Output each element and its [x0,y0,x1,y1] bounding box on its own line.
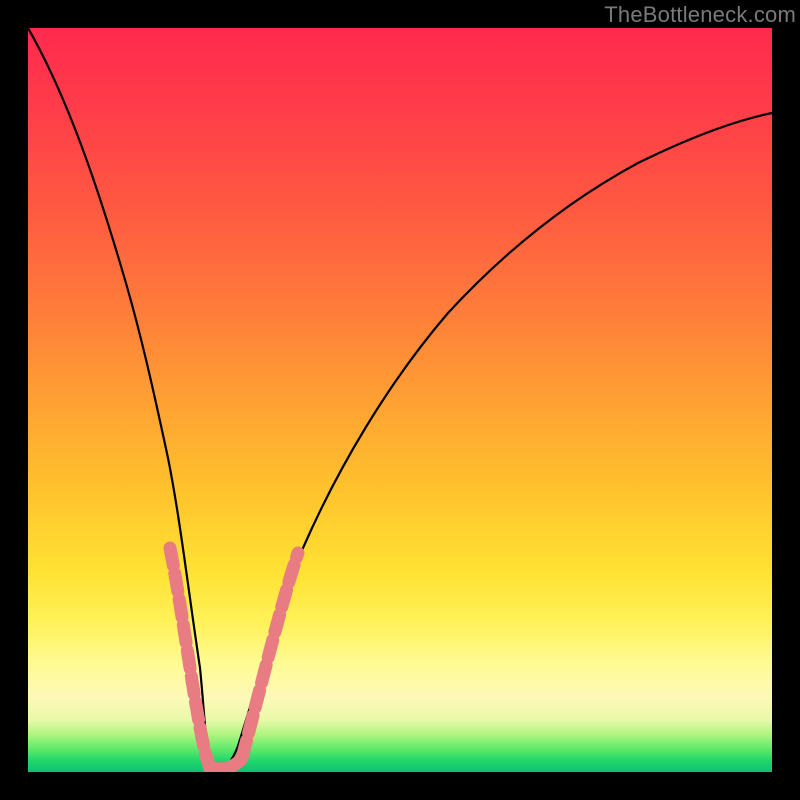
chart-gradient-background [28,28,772,772]
chart-frame [28,28,772,772]
watermark-text: TheBottleneck.com [604,2,796,28]
